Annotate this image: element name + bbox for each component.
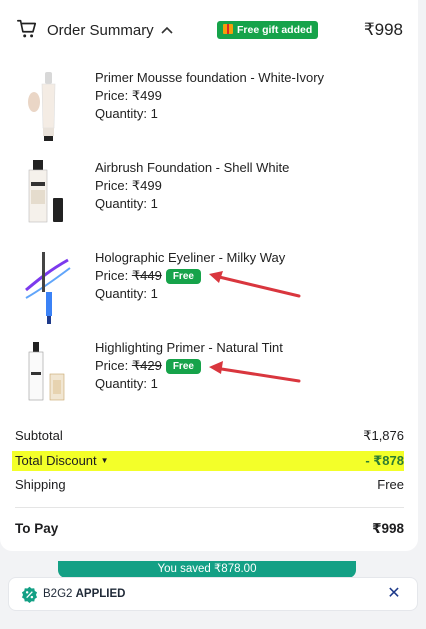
item-price: Price: ₹449 Free <box>95 268 201 284</box>
shipping-row: Shipping Free <box>15 475 404 495</box>
holographic-eyeliner-thumbnail <box>25 252 71 324</box>
order-summary-title: Order Summary <box>47 22 154 39</box>
free-badge: Free <box>165 269 201 284</box>
price-label: Price: <box>95 268 132 283</box>
free-gift-badge: Free gift added <box>217 21 319 39</box>
order-summary-header[interactable]: Order Summary Free gift added ₹998 <box>0 0 418 60</box>
total-discount-row[interactable]: Total Discount ▼ - ₹878 <box>12 451 404 471</box>
cart-item: Airbrush Foundation - Shell White Price:… <box>0 160 418 240</box>
subtotal-label: Subtotal <box>15 428 63 443</box>
remove-coupon-button[interactable]: ✕ <box>385 585 403 603</box>
discount-badge-icon <box>21 586 38 603</box>
header-total: ₹998 <box>363 20 403 39</box>
price-value: ₹499 <box>131 178 162 193</box>
cart-icon <box>17 19 37 38</box>
item-quantity: Quantity: 1 <box>95 196 158 211</box>
subtotal-value: ₹1,876 <box>363 428 404 443</box>
annotation-arrow-icon <box>209 361 301 383</box>
item-name: Airbrush Foundation - Shell White <box>95 160 290 175</box>
price-label: Price: <box>95 358 132 373</box>
item-quantity: Quantity: 1 <box>95 106 158 121</box>
savings-banner: You saved ₹878.00 <box>58 561 356 578</box>
subtotal-row: Subtotal ₹1,876 <box>15 426 404 446</box>
price-label: Price: <box>95 178 132 193</box>
price-value-struck: ₹429 <box>131 358 162 373</box>
annotation-arrow-icon <box>209 271 301 298</box>
item-name: Holographic Eyeliner - Milky Way <box>95 250 286 265</box>
free-badge: Free <box>165 359 201 374</box>
highlighting-primer-thumbnail <box>28 342 65 401</box>
item-name: Primer Mousse foundation - White-Ivory <box>95 70 325 85</box>
item-price: Price: ₹499 <box>95 178 162 194</box>
price-label: Price: <box>95 88 132 103</box>
to-pay-value: ₹998 <box>372 521 404 536</box>
caret-down-icon: ▼ <box>100 456 109 465</box>
gift-icon <box>223 24 233 34</box>
item-quantity: Quantity: 1 <box>95 376 158 391</box>
total-discount-value: - ₹878 <box>365 453 404 468</box>
chevron-up-icon[interactable] <box>161 25 173 35</box>
coupon-code: B2G2 <box>43 588 73 600</box>
applied-coupon-bar: B2G2 APPLIED ✕ <box>8 577 418 611</box>
shipping-value: Free <box>377 477 404 492</box>
cart-item: Primer Mousse foundation - White-Ivory P… <box>0 70 418 150</box>
order-summary-card: Order Summary Free gift added ₹998 Prime… <box>0 0 418 551</box>
total-discount-text: Total Discount <box>15 453 97 468</box>
total-discount-label: Total Discount ▼ <box>15 453 109 468</box>
shipping-label: Shipping <box>15 477 66 492</box>
coupon-status: B2G2 APPLIED <box>43 588 125 600</box>
price-value-struck: ₹449 <box>131 268 162 283</box>
item-quantity: Quantity: 1 <box>95 286 158 301</box>
to-pay-label: To Pay <box>15 521 59 536</box>
item-price: Price: ₹429 Free <box>95 358 201 374</box>
to-pay-row: To Pay ₹998 <box>15 519 404 539</box>
price-value: ₹499 <box>131 88 162 103</box>
item-name: Highlighting Primer - Natural Tint <box>95 340 283 355</box>
summary-divider <box>15 507 404 508</box>
coupon-applied-label: APPLIED <box>75 588 126 600</box>
primer-mousse-thumbnail <box>28 72 56 141</box>
free-gift-label: Free gift added <box>237 24 313 36</box>
airbrush-foundation-thumbnail <box>28 160 63 223</box>
item-price: Price: ₹499 <box>95 88 162 104</box>
